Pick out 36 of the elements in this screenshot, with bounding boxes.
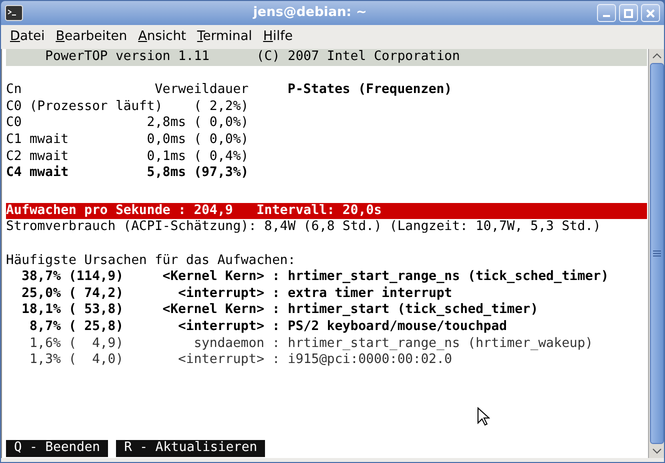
menu-item[interactable]: Terminal — [192, 26, 258, 46]
terminal-icon[interactable] — [5, 5, 23, 21]
mouse-cursor-icon — [477, 407, 490, 427]
cause-row-text: 8,7% ( 25,8) <interrupt> : PS/2 keyboard/mouse/touchpad — [28, 318, 508, 336]
menu-item[interactable]: Bearbeiten — [50, 26, 132, 46]
cstate-row-text: C2 mwait 0,1ms ( 0,4%) — [6, 148, 250, 165]
cstate-row-text: C0 2,8ms ( 0,0%) — [6, 115, 250, 132]
close-icon — [645, 8, 656, 18]
close-button[interactable] — [641, 4, 660, 22]
cstate-row-text: C1 mwait 0,0ms ( 0,0%) — [6, 132, 250, 149]
minimize-button[interactable] — [597, 4, 616, 22]
key-hint[interactable]: R - Aktualisieren — [116, 440, 266, 457]
grip-icon — [652, 250, 660, 257]
maximize-button[interactable] — [619, 4, 638, 22]
pstates-heading: P-States (Frequenzen) — [288, 82, 452, 99]
power-line: Stromverbrauch (ACPI-Schätzung): 8,4W (6,8 Std.) (Langzeit: 10,7W, 5,3 Std.) — [6, 219, 602, 236]
cause-row-text: 38,7% (114,9) <Kernel Kern> : hrtimer_start_range_ns (tick_sched_timer) — [20, 269, 610, 286]
cstate-row-text: C0 (Prozessor läuft) ( 2,2%) — [6, 98, 250, 116]
menu-item[interactable]: Datei — [5, 26, 50, 46]
cause-row-text: 25,0% ( 74,2) <interrupt> : extra timer interrupt — [20, 286, 454, 302]
wakeup-bar: Aufwachen pro Sekunde : 204,9 Intervall: 20,0s — [6, 202, 647, 220]
column-headings: Cn Verweildauer — [6, 82, 249, 99]
minimize-icon — [603, 15, 610, 17]
cause-row-text: 1,6% ( 4,9) syndaemon : hrtimer_start_range_ns (hrtimer_wakeup) — [28, 336, 594, 352]
key-hint[interactable]: Q - Beenden — [6, 440, 108, 457]
menu-item[interactable]: Ansicht — [133, 26, 192, 46]
window-title: jens@debian: ~ — [252, 4, 368, 22]
cause-row-text: 18,1% ( 53,8) <Kernel Kern> : hrtimer_start (tick_sched_timer) — [20, 302, 540, 319]
scrollbar[interactable] — [648, 49, 664, 458]
header-bar: PowerTOP version 1.11 (C) 2007 Intel Corporation — [6, 49, 647, 66]
cause-row-text: 1,3% ( 4,0) <interrupt> : i915@pci:0000:00:02.0 — [28, 352, 454, 369]
menu-item[interactable]: Hilfe — [258, 26, 298, 46]
scroll-thumb[interactable] — [650, 63, 664, 444]
causes-heading: Häufigste Ursachen für das Aufwachen: — [6, 252, 297, 269]
maximize-icon — [623, 8, 634, 18]
cstate-row-text: C4 mwait 5,8ms (97,3%) — [6, 165, 250, 182]
